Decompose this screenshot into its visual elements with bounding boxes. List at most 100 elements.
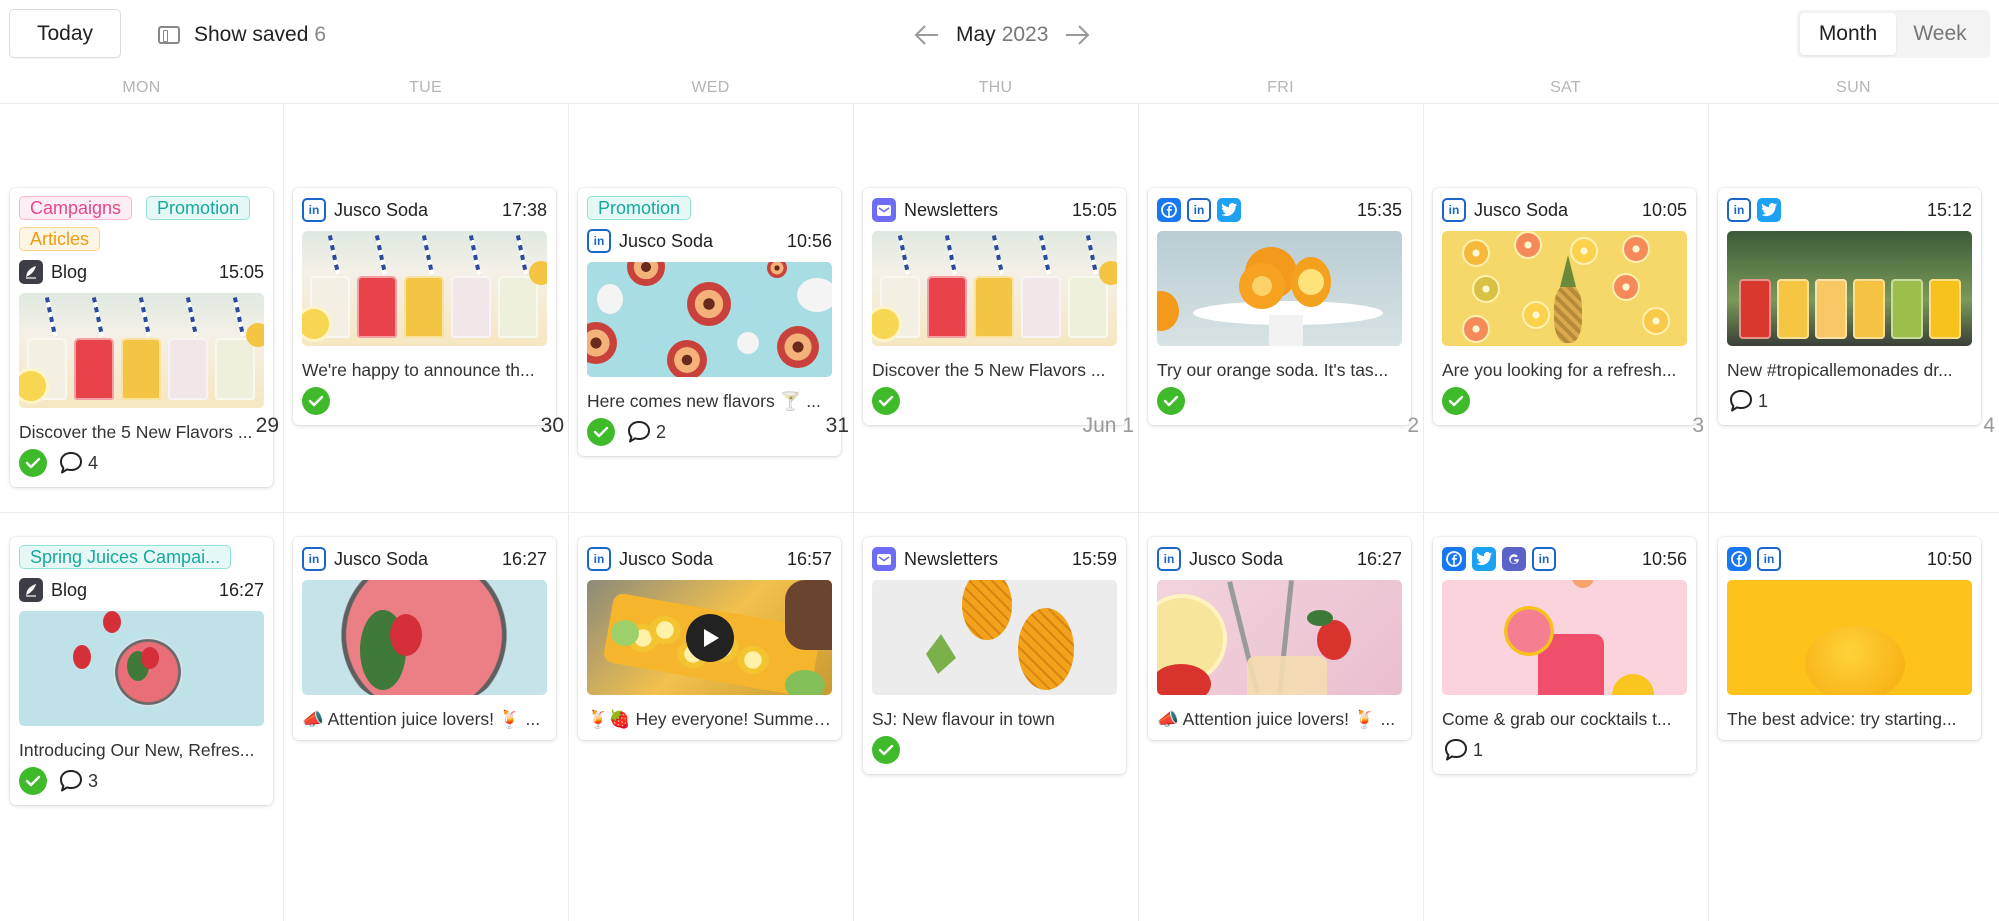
post-card[interactable]: in 15:12 New #tropicallemonades dr... 1 [1718, 188, 1981, 436]
day-number[interactable]: Jun 1 [853, 414, 1134, 438]
post-card[interactable]: in 10:50 The best advice: try starting... [1718, 537, 1981, 751]
comment-bubble-icon [60, 770, 82, 792]
facebook-icon [1727, 547, 1751, 571]
post-tags: Campaigns Promotion Articles [19, 196, 264, 251]
post-time: 16:27 [501, 548, 547, 569]
post-thumbnail [1442, 231, 1687, 346]
post-thumbnail [1157, 580, 1402, 695]
post-caption: Come & grab our cocktails t... [1442, 709, 1672, 729]
post-caption: 🍹🍓 Hey everyone! Summer... [587, 709, 832, 729]
post-time: 15:59 [1071, 548, 1117, 569]
post-thumbnail [19, 611, 264, 726]
day-number[interactable]: 4 [1708, 414, 1995, 438]
post-time: 15:05 [218, 261, 264, 282]
twitter-icon [1472, 547, 1496, 571]
post-card[interactable]: in Jusco Soda 16:57 🍹🍓 Hey everyone! Summer… [578, 537, 841, 740]
tag-label[interactable]: Spring Juices Campai... [19, 545, 232, 569]
post-card[interactable]: in 10:56 Come & grab our cocktails t... 1 [1433, 537, 1696, 785]
post-header: in 10:56 [1442, 545, 1687, 573]
approved-check-icon [302, 387, 330, 415]
day-number[interactable]: 29 [0, 414, 279, 438]
day-number[interactable]: 30 [283, 414, 564, 438]
day-number[interactable]: 2 [1138, 414, 1419, 438]
today-button[interactable]: Today [9, 9, 121, 58]
linkedin-icon: in [1757, 547, 1781, 571]
post-thumbnail [587, 262, 832, 377]
post-time: 16:27 [218, 579, 264, 600]
post-thumbnail [302, 580, 547, 695]
saved-count: 6 [314, 23, 327, 46]
post-card[interactable]: in Jusco Soda 16:27 📣 Attention juice lover… [293, 537, 556, 740]
day-number[interactable]: 31 [568, 414, 849, 438]
post-card[interactable]: in Jusco Soda 16:27 📣 Attention juice lover… [1148, 537, 1411, 740]
post-card[interactable]: in Jusco Soda 17:38 We're happy to announce… [293, 188, 556, 425]
post-thumbnail [19, 293, 264, 408]
linkedin-icon: in [302, 547, 326, 571]
show-saved-toggle[interactable]: Show saved 6 [158, 20, 326, 50]
post-header: in Jusco Soda 16:27 [302, 545, 547, 573]
post-card[interactable]: Campaigns Promotion Articles Blog 15:05 Disco… [10, 188, 273, 487]
comments-indicator[interactable]: 1 [1727, 387, 1768, 415]
month-view-tab[interactable]: Month [1800, 13, 1896, 55]
post-meta: 4 [19, 449, 264, 477]
approved-check-icon [1442, 387, 1470, 415]
tag-label[interactable]: Articles [19, 227, 101, 251]
post-card[interactable]: in Jusco Soda 10:05 Are you looking for a r… [1433, 188, 1696, 425]
post-meta [1157, 387, 1402, 415]
post-header: in 15:35 [1157, 196, 1402, 224]
approved-check-icon [19, 767, 47, 795]
channel-icons [19, 260, 43, 284]
linkedin-icon: in [587, 229, 611, 253]
channel-icons: in [1727, 198, 1781, 222]
approved-check-icon [872, 387, 900, 415]
previous-month-button[interactable] [912, 20, 942, 50]
post-card[interactable]: Spring Juices Campai... Blog 16:27 Introduc… [10, 537, 273, 805]
post-thumbnail [1727, 231, 1972, 346]
newsletter-mail-icon [872, 547, 896, 571]
channel-name: Jusco Soda [619, 548, 714, 569]
channel-name: Newsletters [904, 199, 999, 220]
post-card[interactable]: Newsletters 15:05 Discover the 5 New Flavo… [863, 188, 1126, 425]
tag-label[interactable]: Promotion [146, 196, 251, 220]
post-header: in 15:12 [1727, 196, 1972, 224]
post-caption: The best advice: try starting... [1727, 709, 1957, 729]
post-time: 15:05 [1071, 199, 1117, 220]
next-month-button[interactable] [1062, 20, 1092, 50]
newsletter-mail-icon [872, 198, 896, 222]
linkedin-icon: in [1157, 547, 1181, 571]
linkedin-icon: in [1727, 198, 1751, 222]
linkedin-icon: in [302, 198, 326, 222]
comment-bubble-icon [1730, 390, 1752, 412]
post-caption: We're happy to announce th... [302, 360, 535, 380]
tag-label[interactable]: Campaigns [19, 196, 133, 220]
post-thumbnail [587, 580, 832, 695]
comments-indicator[interactable]: 1 [1442, 736, 1483, 764]
weekday-mon: MON [122, 79, 161, 96]
weekday-sat: SAT [1550, 79, 1581, 96]
post-caption: SJ: New flavour in town [872, 709, 1055, 729]
post-tags: Promotion [587, 196, 832, 220]
twitter-icon [1757, 198, 1781, 222]
post-time: 17:38 [501, 199, 547, 220]
day-number[interactable]: 3 [1423, 414, 1704, 438]
post-card[interactable]: in 15:35 Try our orange soda. It's tas... [1148, 188, 1411, 436]
post-caption: 📣 Attention juice lovers! 🍹 ... [302, 709, 541, 729]
post-header: in 10:50 [1727, 545, 1972, 573]
channel-icons [872, 547, 896, 571]
arrow-right-icon [1066, 25, 1090, 45]
post-caption: Here comes new flavors 🍸 ... [587, 391, 821, 411]
week-view-tab[interactable]: Week [1896, 13, 1984, 55]
comments-indicator[interactable]: 3 [57, 767, 98, 795]
channel-name: Newsletters [904, 548, 999, 569]
play-video-icon[interactable] [685, 613, 734, 662]
tag-label[interactable]: Promotion [587, 196, 692, 220]
linkedin-icon: in [1187, 198, 1211, 222]
post-card[interactable]: Newsletters 15:59 SJ: New flavour in town [863, 537, 1126, 774]
post-caption: New #tropicallemonades dr... [1727, 360, 1953, 380]
blog-feather-icon [19, 578, 43, 602]
channel-icons [19, 578, 43, 602]
post-meta: 1 [1442, 736, 1687, 764]
comment-bubble-icon [60, 452, 82, 474]
post-meta [872, 387, 1117, 415]
comments-indicator[interactable]: 4 [57, 449, 98, 477]
